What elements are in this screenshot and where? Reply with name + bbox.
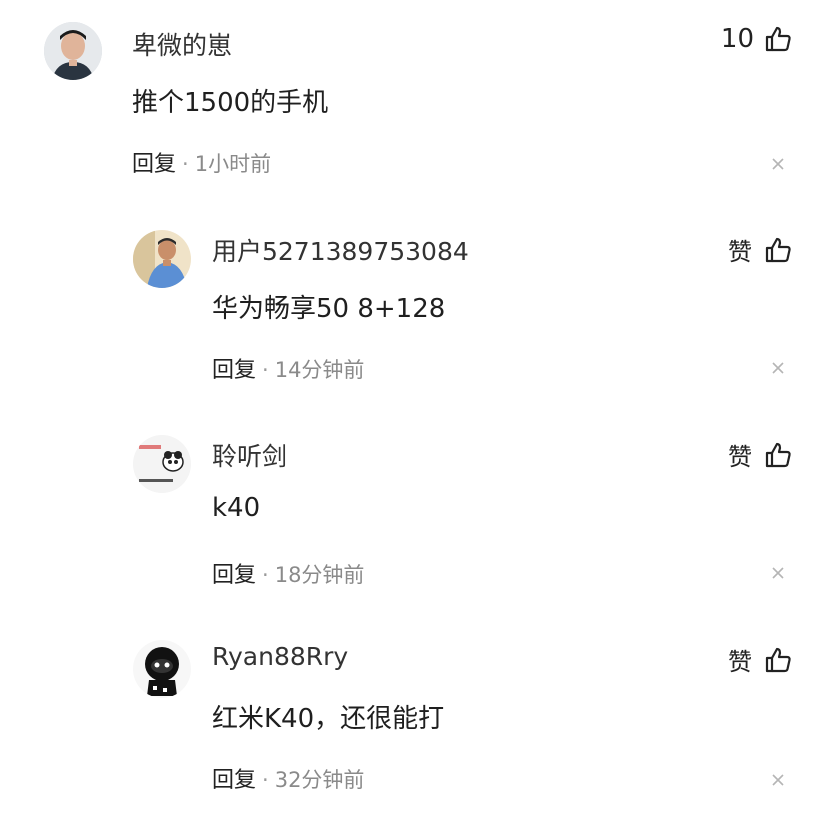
avatar[interactable] (44, 22, 102, 80)
username[interactable]: 聆听剑 (212, 437, 287, 473)
timestamp: 14分钟前 (274, 358, 365, 382)
timestamp: 18分钟前 (274, 563, 365, 587)
meta-separator: · (262, 768, 269, 792)
like-label: 赞 (728, 443, 752, 471)
comment-meta: 回复 · 14分钟前 (212, 352, 364, 384)
username[interactable]: 卑微的崽 (132, 26, 232, 62)
like-button[interactable]: 赞 (728, 437, 792, 472)
comment-text: k40 (212, 493, 261, 523)
meta-separator: · (262, 358, 269, 382)
avatar[interactable] (133, 435, 191, 493)
reply-button[interactable]: 回复 (212, 358, 256, 383)
like-button[interactable]: 10 (721, 24, 792, 54)
comment-text: 华为畅享50 8+128 (212, 294, 446, 324)
username[interactable]: Ryan88Rry (212, 642, 348, 671)
meta-separator: · (182, 152, 189, 176)
timestamp: 1小时前 (194, 152, 272, 176)
reply-button[interactable]: 回复 (212, 563, 256, 588)
close-icon[interactable] (770, 565, 786, 581)
reply-button[interactable]: 回复 (212, 768, 256, 793)
comment-item: Ryan88Rry 红米K40，还很能打 回复 · 32分钟前 赞 (0, 610, 838, 814)
like-button[interactable]: 赞 (728, 642, 792, 677)
thumbs-up-icon (764, 236, 792, 264)
avatar[interactable] (133, 640, 191, 698)
comment-meta: 回复 · 32分钟前 (212, 762, 364, 794)
meta-separator: · (262, 563, 269, 587)
close-icon[interactable] (770, 156, 786, 172)
reply-button[interactable]: 回复 (132, 152, 176, 177)
like-label: 赞 (728, 238, 752, 266)
like-count: 10 (720, 24, 754, 54)
comment-text: 红米K40，还很能打 (212, 704, 445, 734)
comment-item: 用户5271389753084 华为畅享50 8+128 回复 · 14分钟前 赞 (0, 200, 838, 405)
comment-meta: 回复 · 18分钟前 (212, 557, 364, 589)
username[interactable]: 用户5271389753084 (212, 232, 469, 268)
comment-text: 推个1500的手机 (132, 88, 329, 118)
comment-meta: 回复 · 1小时前 (132, 146, 271, 178)
close-icon[interactable] (770, 772, 786, 788)
thumbs-up-icon (764, 646, 792, 674)
like-button[interactable]: 赞 (728, 232, 792, 267)
thumbs-up-icon (764, 25, 792, 53)
comment-item: 卑微的崽 推个1500的手机 回复 · 1小时前 10 (0, 0, 838, 200)
comment-item: 聆听剑 k40 回复 · 18分钟前 赞 (0, 405, 838, 610)
like-label: 赞 (728, 648, 752, 676)
avatar[interactable] (133, 230, 191, 288)
thumbs-up-icon (764, 441, 792, 469)
close-icon[interactable] (770, 360, 786, 376)
timestamp: 32分钟前 (274, 768, 365, 792)
